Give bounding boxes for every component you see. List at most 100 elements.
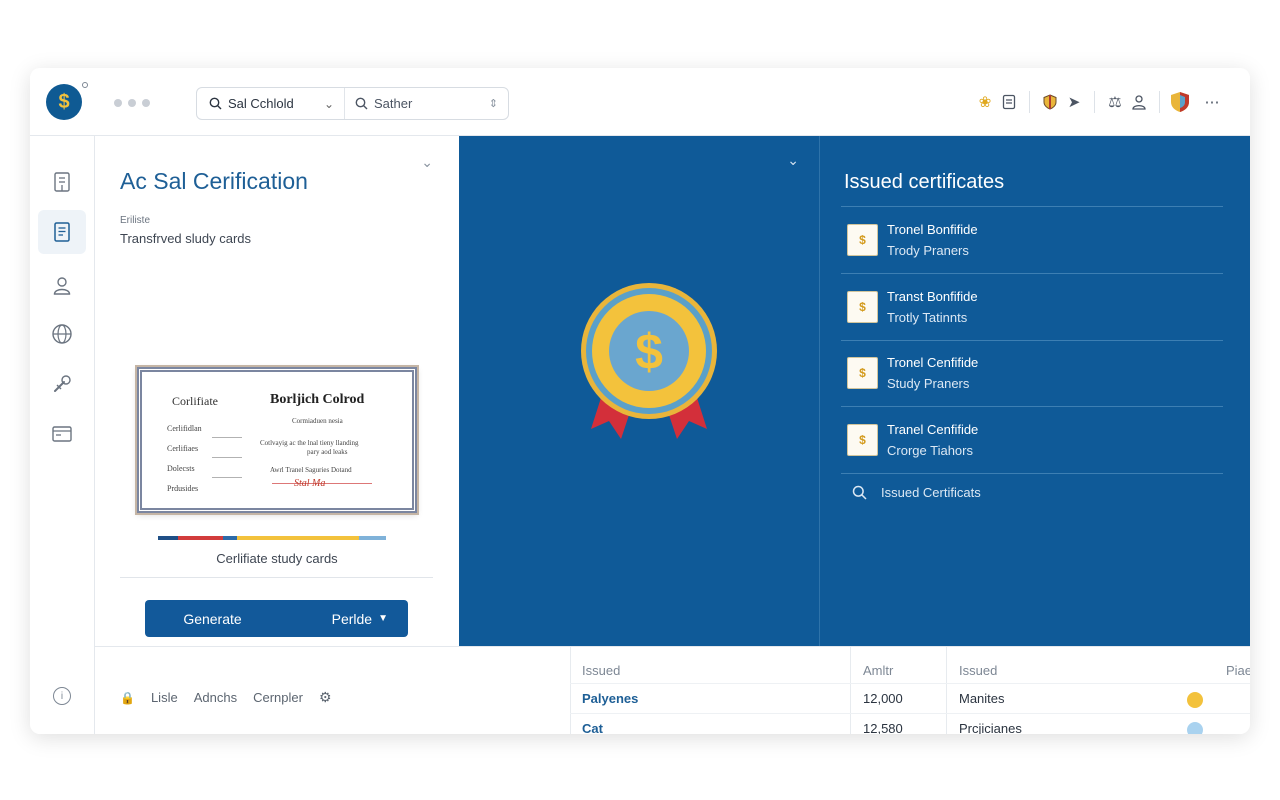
left-nav-rail bbox=[30, 136, 95, 734]
column-header: Amltr bbox=[863, 663, 894, 678]
certificate-row: Cerlifidlan bbox=[167, 424, 202, 433]
table-cell-name[interactable]: Cat bbox=[582, 721, 603, 734]
column-divider bbox=[570, 647, 571, 734]
issued-item-subtitle: Trotly Tatinnts bbox=[887, 310, 968, 325]
pin-icon[interactable]: ➤ bbox=[1062, 90, 1086, 114]
footer-links: 🔒 Lisle Adnchs Cernpler ⚙ bbox=[120, 689, 332, 706]
list-item[interactable]: $ Tronel Cenfifide Study Praners bbox=[841, 340, 1223, 406]
chevron-down-icon: ⌄ bbox=[323, 96, 334, 111]
search-bar: Sal Cchlold ⌄ Sather ⇕ bbox=[196, 87, 509, 120]
certificate-thumbnail-icon: $ bbox=[847, 357, 878, 389]
certificate-preview[interactable]: Corlifiate Borljich Colrod Cerlifidlan C… bbox=[135, 365, 419, 515]
lock-icon: 🔒 bbox=[120, 690, 135, 705]
footer-link[interactable]: Cernpler bbox=[253, 690, 303, 705]
period-dropdown[interactable]: Perlde ▼ bbox=[332, 611, 388, 627]
column-divider bbox=[850, 647, 851, 734]
share-icon[interactable]: ⚖ bbox=[1103, 90, 1127, 114]
toolbar-divider bbox=[1094, 91, 1095, 113]
generate-button[interactable]: Generate Perlde ▼ bbox=[145, 600, 408, 637]
bottom-section: 🔒 Lisle Adnchs Cernpler ⚙ Issued Amltr I… bbox=[95, 646, 1250, 734]
sort-icon: ⇕ bbox=[488, 98, 498, 110]
row-divider bbox=[570, 683, 1250, 684]
nav-globe-icon[interactable] bbox=[38, 312, 86, 356]
settings-icon[interactable]: ⚙ bbox=[319, 689, 332, 706]
footer-link[interactable]: Adnchs bbox=[194, 690, 237, 705]
top-toolbar: ❀ ➤ ⚖ ⋯ bbox=[973, 90, 1224, 114]
issued-item-title: Tronel Cenfifide bbox=[887, 355, 979, 370]
certificate-title: Corlifiate bbox=[172, 394, 218, 408]
certificate-body-line: pary aod leaks bbox=[307, 448, 348, 456]
certificate-thumbnail-icon: $ bbox=[847, 291, 878, 323]
table-cell-name[interactable]: Palyenes bbox=[582, 691, 638, 706]
user-icon[interactable] bbox=[1127, 90, 1151, 114]
chevron-down-icon[interactable]: ⌄ bbox=[787, 152, 799, 169]
column-header: Issued bbox=[582, 663, 621, 678]
table-cell-status: Prcjicianes bbox=[959, 721, 1022, 734]
list-item[interactable]: $ Tronel Bonfifide Trody Praners bbox=[841, 207, 1223, 273]
issued-title: Issued certificates bbox=[844, 171, 1005, 193]
toolbar-divider bbox=[1159, 91, 1160, 113]
project-selector[interactable]: Sal Cchlold ⌄ bbox=[197, 88, 345, 119]
divider bbox=[120, 577, 433, 578]
search-icon bbox=[852, 485, 867, 500]
svg-text:$: $ bbox=[635, 324, 663, 380]
certificate-line bbox=[212, 477, 242, 478]
table-cell-amount: 12,000 bbox=[863, 691, 903, 706]
more-dots-icon[interactable] bbox=[114, 99, 150, 107]
app-window: $ Sal Cchlold ⌄ Sather ⇕ ❀ ➤ ⚖ ⋯ i ⌄ Ac … bbox=[30, 68, 1250, 734]
issued-item-title: Tronel Bonfifide bbox=[887, 222, 978, 237]
period-dropdown-label: Perlde bbox=[331, 610, 373, 627]
certificate-caption: Cerlifiate study cards bbox=[216, 551, 338, 566]
certificate-body-line: Cotlvayig ac the lnal tieny llanding bbox=[260, 439, 359, 447]
certificate-seal-panel: ⌄ $ bbox=[459, 136, 819, 646]
shield-icon[interactable] bbox=[1038, 90, 1062, 114]
certificate-row: Cerlifiaes bbox=[167, 444, 199, 453]
search-icon bbox=[209, 97, 222, 110]
nav-certificates-icon[interactable] bbox=[38, 210, 86, 254]
award-seal-icon: $ bbox=[581, 283, 717, 439]
divider bbox=[841, 473, 1223, 474]
column-header: Issued bbox=[959, 663, 998, 678]
certificate-row: Dolecsts bbox=[167, 464, 195, 473]
top-bar: $ Sal Cchlold ⌄ Sather ⇕ ❀ ➤ ⚖ ⋯ bbox=[30, 68, 1250, 136]
nav-user-icon[interactable] bbox=[38, 263, 86, 307]
avatar[interactable] bbox=[1168, 90, 1192, 114]
toolbar-divider bbox=[1029, 91, 1030, 113]
more-menu-icon[interactable]: ⋯ bbox=[1200, 90, 1224, 114]
app-logo[interactable]: $ bbox=[46, 84, 82, 120]
logo-badge-icon bbox=[82, 82, 88, 88]
certificate-body-top: Cormiaduen nesia bbox=[292, 417, 343, 425]
search-icon bbox=[355, 97, 368, 110]
issued-item-subtitle: Crorge Tiahors bbox=[887, 443, 973, 458]
column-header: Piae bbox=[1226, 663, 1250, 678]
search-placeholder: Sather bbox=[374, 96, 413, 111]
template-label: Eriliste bbox=[120, 215, 151, 226]
search-input[interactable]: Sather ⇕ bbox=[345, 88, 508, 119]
issued-item-subtitle: Trody Praners bbox=[887, 243, 969, 258]
status-dot-icon bbox=[1187, 692, 1203, 708]
issued-item-subtitle: Study Praners bbox=[887, 376, 970, 391]
chevron-down-icon: ▼ bbox=[378, 613, 388, 624]
nav-building-icon[interactable] bbox=[38, 160, 86, 204]
certificate-row: Prdusides bbox=[167, 484, 199, 493]
footer-link[interactable]: Lisle bbox=[151, 690, 178, 705]
list-item[interactable]: $ Tranel Cenfifide Crorge Tiahors bbox=[841, 407, 1223, 473]
certificate-thumbnail-icon: $ bbox=[847, 224, 878, 256]
dollar-logo-icon: $ bbox=[58, 90, 70, 113]
certificate-line bbox=[212, 457, 242, 458]
status-dot-icon bbox=[1187, 722, 1203, 734]
progress-color-bar bbox=[158, 536, 386, 540]
chevron-down-icon[interactable]: ⌄ bbox=[421, 154, 433, 171]
info-icon[interactable]: i bbox=[53, 687, 71, 705]
template-value: Transfrved sludy cards bbox=[120, 231, 252, 246]
badge-icon[interactable]: ❀ bbox=[973, 90, 997, 114]
certification-config-panel: ⌄ Ac Sal Cerification Eriliste Transfrve… bbox=[95, 136, 459, 646]
nav-window-icon[interactable] bbox=[38, 412, 86, 456]
nav-tools-icon[interactable] bbox=[38, 362, 86, 406]
issued-certificates-link[interactable]: Issued Certificats bbox=[852, 485, 981, 500]
list-item[interactable]: $ Transt Bonfifide Trotly Tatinnts bbox=[841, 274, 1223, 340]
issued-link-label: Issued Certificats bbox=[881, 485, 981, 500]
document-icon[interactable] bbox=[997, 90, 1021, 114]
issued-item-title: Transt Bonfifide bbox=[887, 289, 978, 304]
issued-item-title: Tranel Cenfifide bbox=[887, 422, 979, 437]
